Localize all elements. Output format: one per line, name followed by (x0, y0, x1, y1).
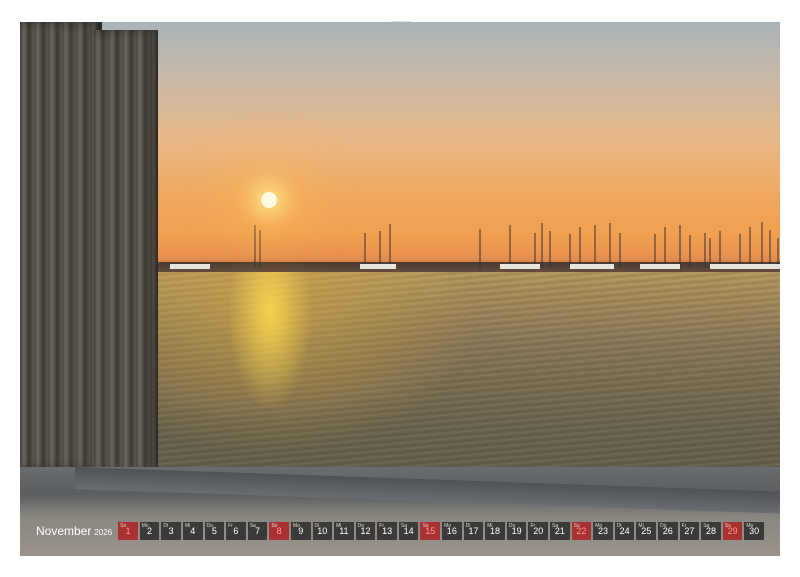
day-cell: Di 17 (463, 522, 484, 540)
day-cell: Sa 28 (701, 522, 721, 540)
weekday-label: Fr (379, 523, 385, 529)
day-cell: Di 3 (161, 522, 181, 540)
weekday-label: Do (508, 523, 516, 529)
weekday-label: Mo (444, 523, 452, 529)
day-cell: Di 10 (312, 522, 333, 540)
weekday-label: Di (314, 523, 320, 529)
weekday-label: Di (465, 523, 471, 529)
day-cell: Do 5 (204, 522, 225, 540)
calendar-photo (20, 22, 780, 556)
day-cell: Sa 14 (398, 522, 419, 540)
weekday-label: Sa (552, 523, 559, 529)
day-cell: Mo 16 (442, 522, 462, 540)
day-cell: So 1 (118, 522, 138, 540)
calendar-strip: November 2026 So 1 Mo 2 Di 3 Mi 4 Do 5 Fr 6 Sa 7 So 8 Mo 9… (36, 520, 764, 542)
boat-hull (360, 264, 396, 269)
day-cell: Sa 21 (550, 522, 570, 540)
weekday-label: So (120, 523, 127, 529)
day-cell: So 22 (571, 522, 592, 540)
day-cell: Di 24 (614, 522, 635, 540)
day-cell: Mo 9 (290, 522, 311, 540)
weekday-label: Sa (400, 523, 407, 529)
boat-hull (570, 264, 614, 269)
month-name: November (36, 524, 92, 538)
boat-hull (500, 264, 540, 269)
day-cell: Sa 7 (247, 522, 268, 540)
day-cell: Fr 27 (679, 522, 700, 540)
day-cell: Fr 20 (528, 522, 549, 540)
month-label: November 2026 (36, 524, 112, 538)
weekday-label: Fr (530, 523, 536, 529)
day-cell: Mi 4 (182, 522, 203, 540)
day-cell: Mo 30 (744, 522, 764, 540)
weekday-label: Do (206, 523, 213, 529)
day-cell: Do 12 (355, 522, 376, 540)
day-cell: So 8 (269, 522, 289, 540)
weekday-label: Fr (681, 523, 687, 529)
weekday-label: So (422, 523, 429, 529)
weekday-label: Do (660, 523, 667, 529)
day-cell: So 15 (420, 522, 441, 540)
weekday-label: Mo (595, 523, 603, 529)
weekday-label: Mo (746, 523, 754, 529)
day-cell: So 29 (722, 522, 743, 540)
day-cell: Do 19 (506, 522, 527, 540)
weekday-label: Sa (703, 523, 710, 529)
sun (261, 192, 277, 208)
weekday-label: Di (616, 523, 622, 529)
day-cell: Do 26 (658, 522, 678, 540)
weekday-label: So (724, 523, 731, 529)
weekday-label: Do (357, 523, 365, 529)
year-label: 2026 (94, 528, 113, 537)
weekday-label: Sa (249, 523, 256, 529)
boat-hull (710, 264, 760, 269)
weekday-label: So (271, 523, 278, 529)
weekday-label: Mi (487, 523, 493, 529)
weekday-label: Mo (141, 523, 149, 529)
day-cell: Fr 6 (226, 522, 246, 540)
day-cell: Mi 25 (636, 522, 656, 540)
weekday-label: Mi (184, 523, 191, 529)
wooden-pier-post (94, 30, 158, 475)
day-cell: Mi 11 (334, 522, 354, 540)
wooden-pier-post (20, 22, 102, 470)
weekday-label: So (573, 523, 580, 529)
weekday-label: Di (163, 523, 169, 529)
day-grid: So 1 Mo 2 Di 3 Mi 4 Do 5 Fr 6 Sa 7 So 8 Mo 9 Di 10 Mi 11 Do 12 F… (118, 522, 764, 540)
day-cell: Mo 23 (593, 522, 613, 540)
day-cell: Fr 13 (377, 522, 397, 540)
weekday-label: Mi (336, 523, 342, 529)
boat-hull (760, 264, 780, 269)
day-cell: Mi 18 (485, 522, 505, 540)
boat-hull (640, 264, 680, 269)
boat-hull (170, 264, 210, 269)
day-number: 4 (190, 526, 196, 536)
day-cell: Mo 2 (139, 522, 160, 540)
day-number: 6 (233, 526, 239, 536)
weekday-label: Mo (292, 523, 300, 529)
day-number: 3 (168, 526, 174, 536)
weekday-label: Fr (228, 523, 233, 529)
weekday-label: Mi (638, 523, 644, 529)
